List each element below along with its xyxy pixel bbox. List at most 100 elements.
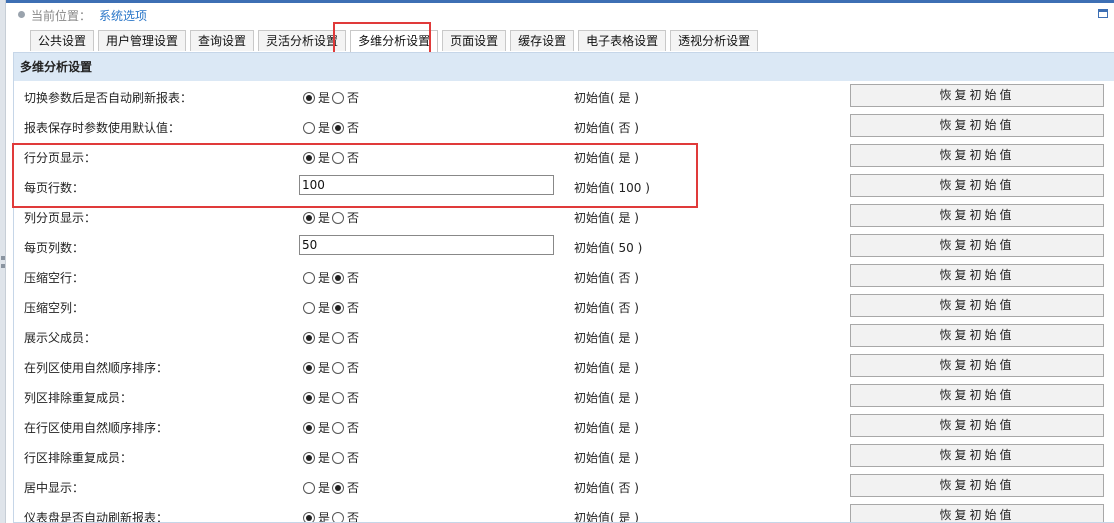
radio-yes-label[interactable]: 是 (318, 509, 330, 522)
radio-yes[interactable] (303, 361, 315, 374)
setting-label: 压缩空列： (24, 301, 85, 315)
radio-no-label[interactable]: 否 (347, 479, 359, 496)
radio-no[interactable] (332, 301, 345, 314)
radio-no-label[interactable]: 否 (347, 299, 359, 316)
tab-0[interactable]: 公共设置 (30, 30, 95, 51)
initial-value: 初始值( 是 ) (574, 511, 639, 523)
maximize-icon[interactable] (1098, 9, 1108, 18)
restore-default-button[interactable]: 恢复初始值 (850, 504, 1104, 522)
tab-5[interactable]: 页面设置 (442, 30, 507, 51)
radio-no[interactable] (332, 121, 345, 134)
radio-yes-label[interactable]: 是 (318, 149, 330, 166)
tab-3[interactable]: 灵活分析设置 (258, 30, 347, 51)
setting-input[interactable] (299, 235, 554, 255)
restore-default-button[interactable]: 恢复初始值 (850, 294, 1104, 317)
setting-label: 仪表盘是否自动刷新报表： (24, 511, 169, 523)
radio-yes-label[interactable]: 是 (318, 209, 330, 226)
settings-panel: 多维分析设置 切换参数后是否自动刷新报表：是否初始值( 是 ) 恢复初始值 报表保存… (13, 52, 1114, 523)
initial-value: 初始值( 是 ) (574, 391, 639, 405)
radio-no[interactable] (332, 271, 345, 284)
radio-yes-label[interactable]: 是 (318, 359, 330, 376)
initial-value: 初始值( 是 ) (574, 421, 639, 435)
radio-yes[interactable] (303, 151, 315, 164)
radio-yes[interactable] (303, 121, 315, 134)
restore-default-button[interactable]: 恢复初始值 (850, 84, 1104, 107)
radio-no-label[interactable]: 否 (347, 119, 359, 136)
tab-4[interactable]: 多维分析设置 (350, 30, 439, 52)
radio-yes[interactable] (303, 91, 315, 104)
bullet-icon (18, 11, 25, 18)
radio-yes-label[interactable]: 是 (318, 449, 330, 466)
radio-no-label[interactable]: 否 (347, 509, 359, 522)
restore-default-button[interactable]: 恢复初始值 (850, 234, 1104, 257)
radio-yes[interactable] (303, 481, 315, 494)
radio-yes[interactable] (303, 421, 315, 434)
setting-row: 每页行数： 初始值( 100 ) 恢复初始值 (14, 171, 1114, 201)
tab-6[interactable]: 缓存设置 (510, 30, 575, 51)
tab-7[interactable]: 电子表格设置 (578, 30, 667, 51)
tab-2[interactable]: 查询设置 (190, 30, 255, 51)
setting-row: 每页列数： 初始值( 50 ) 恢复初始值 (14, 231, 1114, 261)
radio-no[interactable] (332, 331, 345, 344)
restore-default-button[interactable]: 恢复初始值 (850, 324, 1104, 347)
radio-no-label[interactable]: 否 (347, 149, 359, 166)
radio-no[interactable] (332, 151, 345, 164)
radio-yes-label[interactable]: 是 (318, 329, 330, 346)
tab-1[interactable]: 用户管理设置 (98, 30, 187, 51)
setting-row: 在行区使用自然顺序排序： 是否 初始值( 是 ) 恢复初始值 (14, 411, 1114, 441)
radio-no[interactable] (332, 391, 345, 404)
radio-yes[interactable] (303, 331, 315, 344)
radio-yes-label[interactable]: 是 (318, 389, 330, 406)
restore-default-button[interactable]: 恢复初始值 (850, 474, 1104, 497)
restore-default-button[interactable]: 恢复初始值 (850, 144, 1104, 167)
left-splitter[interactable] (0, 0, 6, 523)
radio-yes-label[interactable]: 是 (318, 299, 330, 316)
setting-row: 压缩空列： 是否 初始值( 否 ) 恢复初始值 (14, 291, 1114, 321)
restore-default-button[interactable]: 恢复初始值 (850, 264, 1104, 287)
setting-label: 在行区使用自然顺序排序： (24, 421, 169, 435)
radio-no[interactable] (332, 361, 345, 374)
splitter-grip-icon[interactable] (1, 256, 5, 268)
breadcrumb-current[interactable]: 系统选项 (99, 7, 147, 24)
restore-default-button[interactable]: 恢复初始值 (850, 384, 1104, 407)
radio-yes[interactable] (303, 511, 315, 522)
restore-default-button[interactable]: 恢复初始值 (850, 354, 1104, 377)
radio-no-label[interactable]: 否 (347, 359, 359, 376)
radio-no[interactable] (332, 481, 345, 494)
restore-default-button[interactable]: 恢复初始值 (850, 444, 1104, 467)
radio-no[interactable] (332, 91, 345, 104)
radio-no[interactable] (332, 511, 345, 522)
radio-no-label[interactable]: 否 (347, 89, 359, 106)
radio-no-label[interactable]: 否 (347, 329, 359, 346)
radio-no-label[interactable]: 否 (347, 209, 359, 226)
radio-no[interactable] (332, 451, 345, 464)
radio-group: 是否 (303, 149, 361, 166)
setting-row: 列区排除重复成员： 是否 初始值( 是 ) 恢复初始值 (14, 381, 1114, 411)
initial-value: 初始值( 是 ) (574, 451, 639, 465)
radio-group: 是否 (303, 419, 361, 436)
tab-8[interactable]: 透视分析设置 (670, 30, 759, 51)
radio-yes-label[interactable]: 是 (318, 119, 330, 136)
radio-yes-label[interactable]: 是 (318, 89, 330, 106)
restore-default-button[interactable]: 恢复初始值 (850, 174, 1104, 197)
radio-no-label[interactable]: 否 (347, 389, 359, 406)
radio-yes-label[interactable]: 是 (318, 419, 330, 436)
setting-label: 在列区使用自然顺序排序： (24, 361, 169, 375)
radio-no-label[interactable]: 否 (347, 419, 359, 436)
restore-default-button[interactable]: 恢复初始值 (850, 204, 1104, 227)
restore-default-button[interactable]: 恢复初始值 (850, 114, 1104, 137)
radio-no[interactable] (332, 211, 345, 224)
restore-default-button[interactable]: 恢复初始值 (850, 414, 1104, 437)
radio-no[interactable] (332, 421, 345, 434)
radio-yes[interactable] (303, 271, 315, 284)
setting-input[interactable] (299, 175, 554, 195)
radio-yes[interactable] (303, 391, 315, 404)
setting-label: 切换参数后是否自动刷新报表： (24, 91, 193, 105)
radio-yes[interactable] (303, 301, 315, 314)
radio-no-label[interactable]: 否 (347, 449, 359, 466)
radio-yes[interactable] (303, 211, 315, 224)
radio-yes[interactable] (303, 451, 315, 464)
radio-no-label[interactable]: 否 (347, 269, 359, 286)
radio-yes-label[interactable]: 是 (318, 479, 330, 496)
radio-yes-label[interactable]: 是 (318, 269, 330, 286)
